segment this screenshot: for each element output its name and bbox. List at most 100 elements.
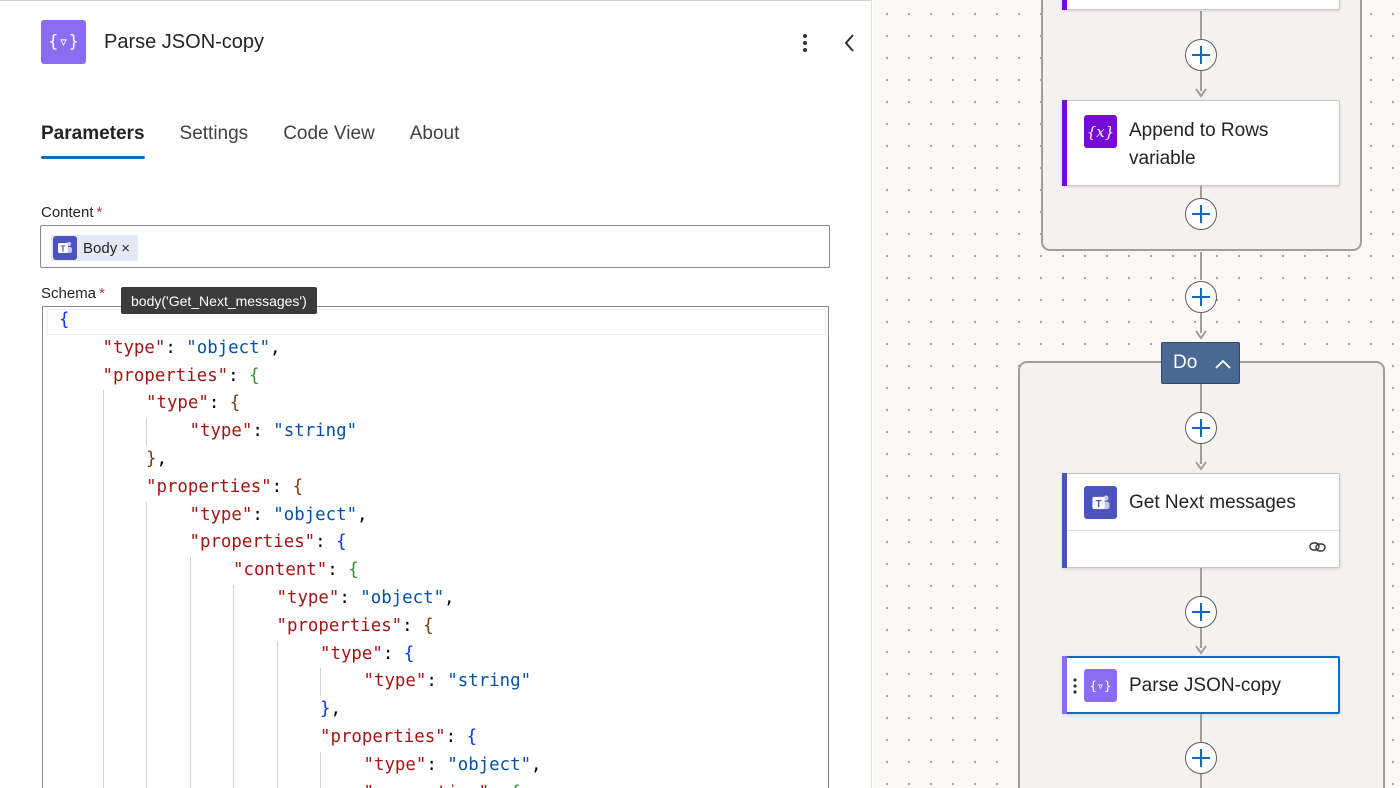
indent-guide bbox=[320, 779, 321, 788]
previous-action-card[interactable] bbox=[1062, 0, 1340, 10]
code-line: "type": { bbox=[59, 390, 542, 419]
code-text: "properties": { bbox=[320, 727, 477, 747]
indent-guide bbox=[102, 473, 104, 502]
indent-guide bbox=[276, 696, 278, 724]
tab-about[interactable]: About bbox=[410, 123, 460, 159]
code-token: : bbox=[327, 560, 349, 581]
indent-guide bbox=[102, 390, 104, 419]
content-label: Content * bbox=[41, 204, 103, 221]
insert-step-button[interactable] bbox=[1185, 281, 1217, 313]
insert-step-button[interactable] bbox=[1185, 198, 1217, 230]
indent-guide bbox=[102, 668, 104, 697]
code-token: "properties" bbox=[146, 476, 272, 497]
remove-token-button[interactable]: × bbox=[121, 240, 130, 257]
tab-parameters[interactable]: Parameters bbox=[41, 123, 145, 159]
code-token: "content" bbox=[233, 560, 328, 581]
indent-guide bbox=[189, 584, 191, 613]
indent-guide bbox=[102, 584, 104, 613]
code-token: : bbox=[228, 365, 250, 386]
drag-handle-icon[interactable] bbox=[1072, 677, 1078, 695]
indent-guide bbox=[189, 668, 191, 697]
chevron-left-icon bbox=[844, 34, 854, 52]
indent-guide bbox=[276, 779, 278, 788]
indent-guide bbox=[320, 668, 321, 697]
indent-guide bbox=[233, 640, 234, 669]
code-token: "object" bbox=[186, 337, 271, 358]
body-token[interactable]: T Body × bbox=[51, 235, 138, 261]
code-text: "type": "string" bbox=[364, 671, 532, 691]
code-token: : bbox=[426, 754, 448, 775]
code-text: "properties": { bbox=[146, 477, 303, 497]
do-scope-header[interactable]: Do bbox=[1161, 342, 1240, 384]
code-line: "properties": { bbox=[59, 723, 542, 752]
insert-step-button[interactable] bbox=[1185, 412, 1217, 444]
token-tooltip: body('Get_Next_messages') bbox=[121, 287, 317, 314]
code-text: "properties": { bbox=[190, 532, 347, 552]
get-next-messages-card[interactable]: T Get Next messages bbox=[1062, 473, 1340, 568]
indent-guide bbox=[102, 529, 104, 558]
code-text: "type": { bbox=[146, 393, 240, 413]
code-token: } bbox=[320, 699, 331, 720]
code-token: : bbox=[252, 421, 274, 442]
tab-code-view[interactable]: Code View bbox=[283, 123, 375, 159]
code-text: "type": "object", bbox=[190, 505, 368, 525]
code-token: : bbox=[402, 615, 424, 636]
code-token: { bbox=[249, 365, 260, 386]
indent-guide bbox=[189, 696, 191, 724]
indent-guide bbox=[276, 640, 278, 669]
code-text: "properties": { bbox=[364, 783, 521, 788]
code-text: "type": { bbox=[320, 644, 414, 664]
code-token: : bbox=[382, 643, 404, 664]
insert-step-button[interactable] bbox=[1185, 742, 1217, 774]
indent-guide bbox=[102, 751, 104, 780]
append-to-rows-card[interactable]: {x} Append to Rows variable bbox=[1062, 100, 1340, 186]
code-token: { bbox=[292, 476, 304, 497]
code-line: }, bbox=[59, 445, 542, 474]
indent-guide bbox=[233, 696, 234, 724]
indent-guide bbox=[320, 751, 321, 780]
svg-text:T: T bbox=[61, 244, 66, 253]
code-token: { bbox=[403, 643, 415, 664]
indent-guide bbox=[189, 779, 191, 788]
indent-guide bbox=[146, 612, 147, 641]
code-token: "type" bbox=[363, 754, 427, 775]
code-token: "type" bbox=[189, 504, 253, 525]
indent-guide bbox=[233, 779, 234, 788]
code-token: { bbox=[510, 783, 520, 788]
indent-guide bbox=[102, 612, 104, 641]
insert-step-button[interactable] bbox=[1185, 596, 1217, 628]
code-lines: {"type": "object", "properties": {"type":… bbox=[59, 307, 542, 788]
indent-guide bbox=[189, 557, 191, 585]
indent-guide bbox=[189, 640, 191, 669]
code-line: "content": { bbox=[59, 557, 542, 585]
code-token: } bbox=[146, 448, 157, 469]
tab-settings[interactable]: Settings bbox=[180, 123, 249, 159]
indent-guide bbox=[102, 723, 104, 752]
card-title: Get Next messages bbox=[1129, 492, 1296, 513]
code-line: "properties": { bbox=[59, 612, 542, 641]
schema-code-editor[interactable]: {"type": "object", "properties": {"type":… bbox=[42, 306, 829, 788]
code-line: "type": "string" bbox=[59, 418, 542, 446]
token-label: Body bbox=[83, 239, 118, 257]
indent-guide bbox=[276, 723, 278, 752]
indent-guide bbox=[146, 529, 147, 558]
code-line: "type": "object", bbox=[59, 584, 542, 613]
code-token: "object" bbox=[360, 587, 445, 608]
code-line: "type": "object", bbox=[59, 751, 542, 780]
code-token: : bbox=[339, 587, 361, 608]
card-title: Append to Rows variable bbox=[1129, 120, 1269, 169]
arrow-down-icon bbox=[1195, 330, 1207, 340]
collapse-panel-button[interactable] bbox=[838, 29, 862, 57]
content-field[interactable]: T Body × bbox=[40, 225, 830, 268]
more-options-button[interactable] bbox=[795, 30, 815, 56]
code-token: : bbox=[271, 476, 293, 497]
indent-guide bbox=[233, 668, 234, 697]
teams-icon: T bbox=[1084, 486, 1117, 519]
flow-designer-canvas[interactable]: {x} Append to Rows variable Do T Get Nex… bbox=[873, 0, 1400, 788]
code-text: "type": "object", bbox=[103, 338, 281, 358]
code-token: : bbox=[208, 393, 230, 414]
parse-json-copy-card[interactable]: {▿} Parse JSON-copy bbox=[1062, 656, 1340, 714]
code-token: , bbox=[156, 448, 167, 469]
indent-guide bbox=[233, 584, 234, 613]
insert-step-button[interactable] bbox=[1185, 39, 1217, 71]
